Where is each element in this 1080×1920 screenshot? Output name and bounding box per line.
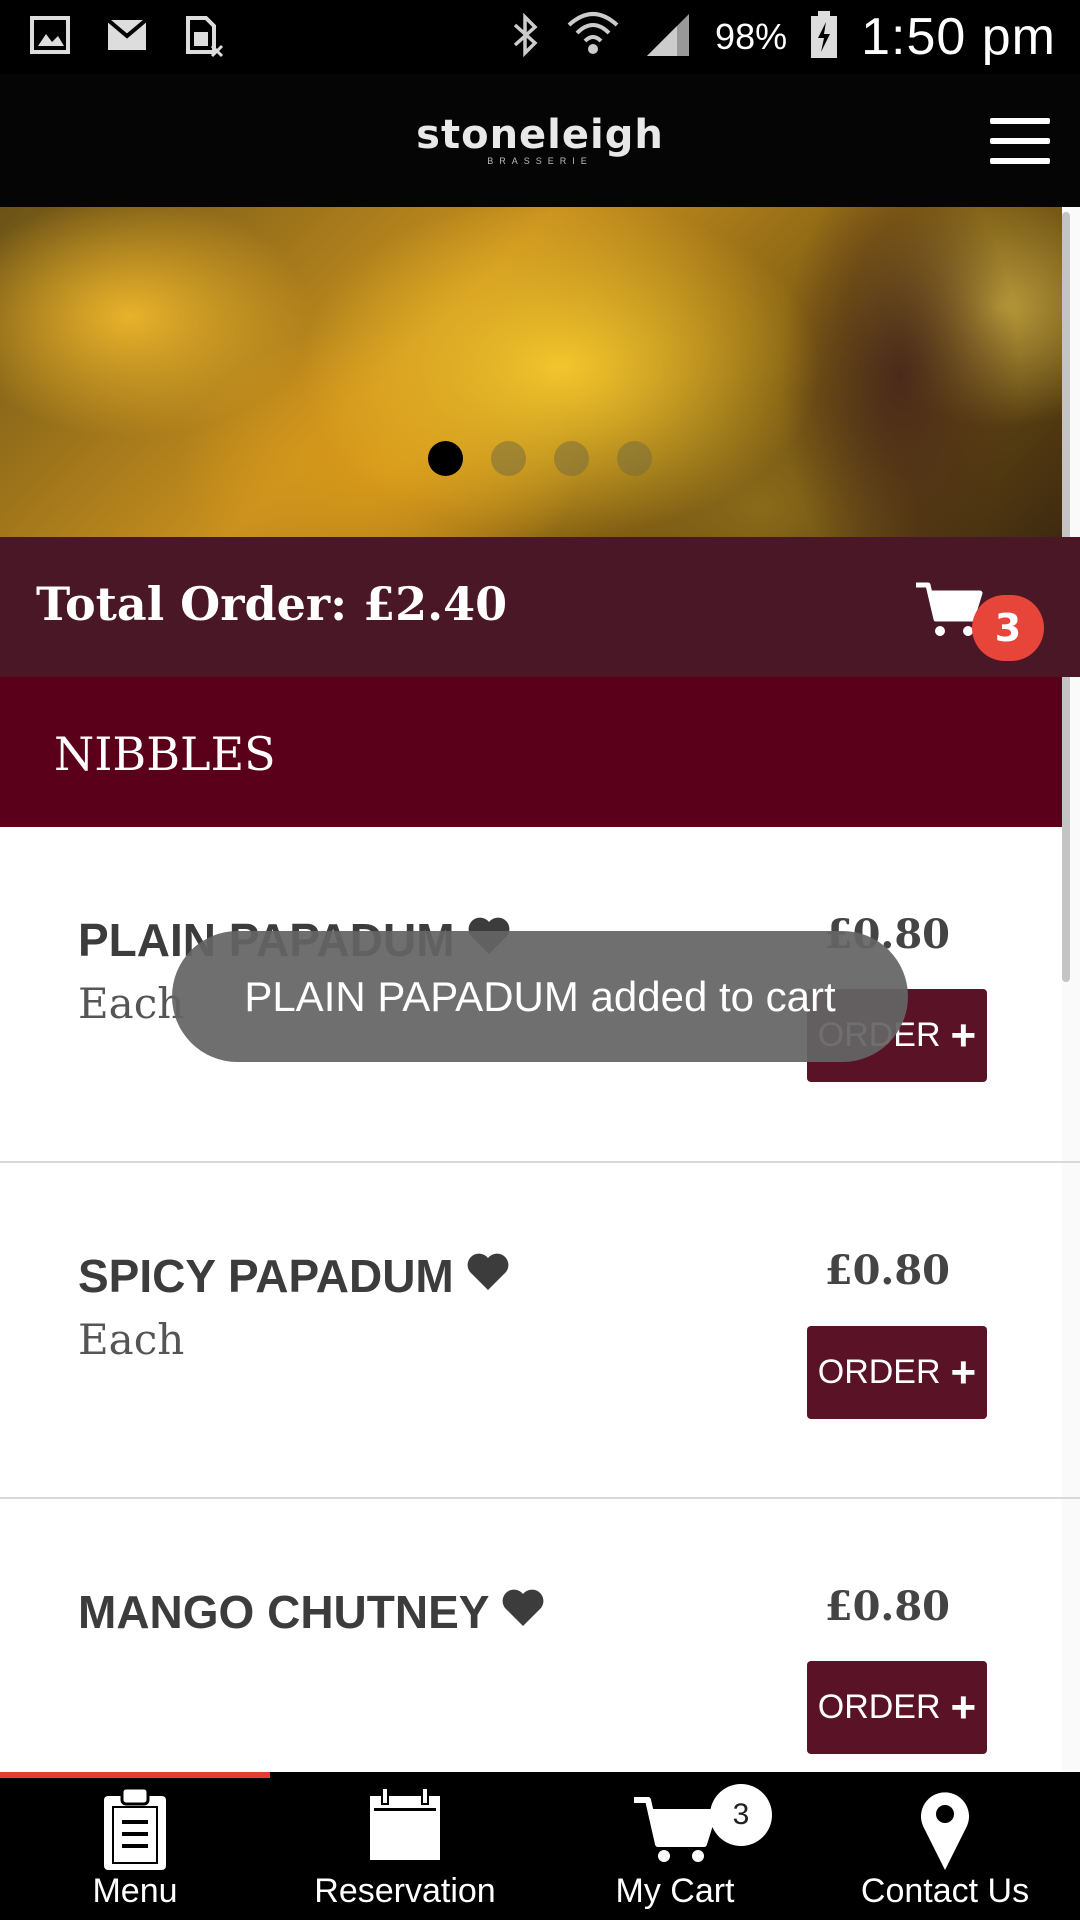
gmail-icon bbox=[106, 14, 150, 65]
plus-icon: + bbox=[950, 1682, 977, 1732]
nav-my-cart[interactable]: My Cart bbox=[540, 1772, 810, 1920]
category-header[interactable]: NIBBLES bbox=[0, 677, 1062, 827]
wifi-icon bbox=[565, 7, 621, 68]
gallery-icon bbox=[30, 14, 72, 65]
nav-label: Contact Us bbox=[860, 1872, 1030, 1910]
order-total-bar: Total Order: £2.40 bbox=[0, 537, 1080, 677]
item-price: £0.80 bbox=[824, 1247, 950, 1294]
order-button-label: ORDER bbox=[817, 1688, 941, 1726]
order-button[interactable]: ORDER + bbox=[807, 1661, 987, 1754]
plus-icon: + bbox=[950, 1347, 977, 1397]
location-pin-icon bbox=[810, 1786, 1080, 1876]
order-button[interactable]: ORDER + bbox=[807, 1326, 987, 1419]
nav-cart-badge: 3 bbox=[710, 1784, 772, 1846]
heart-icon[interactable] bbox=[501, 1585, 545, 1639]
item-unit: Each bbox=[78, 1315, 185, 1364]
battery-percent: 98% bbox=[715, 16, 788, 57]
nav-label: Menu bbox=[92, 1872, 178, 1910]
cart-count-badge: 3 bbox=[972, 595, 1044, 661]
nav-label: Reservation bbox=[314, 1872, 496, 1910]
hamburger-icon[interactable] bbox=[990, 118, 1050, 164]
category-title: NIBBLES bbox=[54, 727, 276, 781]
toast-message: PLAIN PAPADUM added to cart bbox=[172, 931, 908, 1062]
item-name: SPICY PAPADUM bbox=[78, 1250, 454, 1302]
item-name-row: SPICY PAPADUM bbox=[78, 1249, 510, 1303]
brand-logo[interactable]: stoneleigh BRASSERIE bbox=[390, 112, 690, 170]
system-status: 98% 1:50 pm bbox=[509, 0, 1056, 74]
notification-icons bbox=[30, 14, 228, 65]
carousel-dot[interactable] bbox=[617, 441, 652, 476]
battery-charging-icon bbox=[809, 10, 839, 65]
hero-carousel[interactable] bbox=[0, 207, 1062, 537]
item-unit: Each bbox=[78, 979, 185, 1028]
nav-reservation[interactable]: Reservation bbox=[270, 1772, 540, 1920]
clock: 1:50 pm bbox=[861, 8, 1056, 66]
nav-label: My Cart bbox=[615, 1872, 735, 1910]
item-name-row: MANGO CHUTNEY bbox=[78, 1585, 545, 1639]
logo-text: stoneleigh bbox=[416, 112, 664, 158]
bluetooth-icon bbox=[509, 11, 543, 64]
plus-icon: + bbox=[950, 1010, 977, 1060]
nav-contact-us[interactable]: Contact Us bbox=[810, 1772, 1080, 1920]
order-button-label: ORDER bbox=[817, 1353, 941, 1391]
logo-subtext: BRASSERIE bbox=[487, 156, 593, 166]
status-bar: 98% 1:50 pm bbox=[0, 0, 1080, 74]
carousel-dot[interactable] bbox=[491, 441, 526, 476]
carousel-dot[interactable] bbox=[554, 441, 589, 476]
calendar-icon bbox=[270, 1786, 540, 1876]
app-header: stoneleigh BRASSERIE bbox=[0, 74, 1080, 207]
menu-item: MANGO CHUTNEY £0.80 ORDER + bbox=[0, 1499, 1062, 1772]
heart-icon[interactable] bbox=[466, 1249, 510, 1303]
cart-icon bbox=[540, 1786, 810, 1876]
sim-icon bbox=[184, 14, 228, 65]
carousel-dots bbox=[428, 441, 652, 476]
signal-icon bbox=[643, 10, 693, 65]
total-order-label: Total Order: £2.40 bbox=[36, 577, 508, 631]
bottom-nav: Menu Reservation My Cart Contact Us bbox=[0, 1772, 1080, 1920]
menu-item: SPICY PAPADUM Each £0.80 ORDER + bbox=[0, 1163, 1062, 1499]
carousel-dot[interactable] bbox=[428, 441, 463, 476]
item-price: £0.80 bbox=[824, 1583, 950, 1630]
nav-menu[interactable]: Menu bbox=[0, 1772, 270, 1920]
item-name: MANGO CHUTNEY bbox=[78, 1586, 490, 1638]
clipboard-icon bbox=[0, 1786, 270, 1876]
